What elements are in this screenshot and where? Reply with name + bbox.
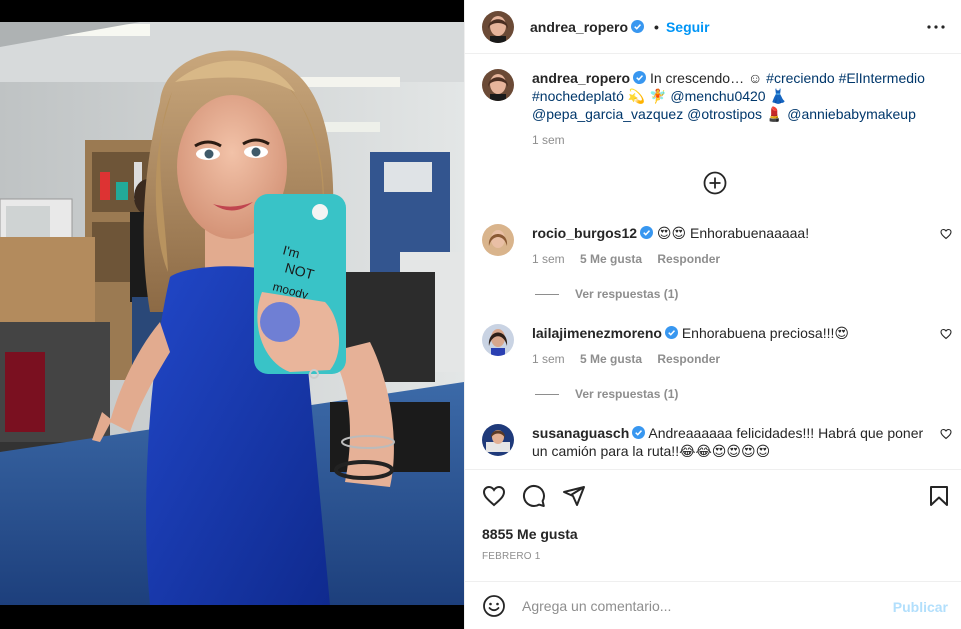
comment-meta: 1 sem 5 Me gusta Responder: [532, 350, 932, 368]
mention-link[interactable]: @pepa_garcia_vazquez: [532, 106, 683, 122]
reply-button[interactable]: Responder: [657, 352, 720, 366]
commenter-avatar[interactable]: [482, 224, 514, 256]
commenter-username[interactable]: susanaguasch: [532, 425, 629, 441]
comment-likes[interactable]: 5 Me gusta: [580, 252, 642, 266]
caption-username[interactable]: andrea_ropero: [532, 70, 630, 86]
view-replies-label: Ver respuestas (1): [575, 387, 679, 401]
caption-time[interactable]: 1 sem: [532, 133, 565, 147]
verified-icon: [664, 326, 678, 339]
comment-text: Enhorabuena preciosa!!!😍: [681, 325, 849, 341]
mention-link[interactable]: @menchu0420: [670, 88, 765, 104]
heart-icon[interactable]: [940, 228, 952, 240]
verified-icon: [640, 226, 654, 239]
instagram-post-modal: I'm NOT moody andrea_ropero • Seguir and…: [0, 0, 961, 629]
caption-text-a: In crescendo… ☺: [649, 70, 767, 86]
heart-icon[interactable]: [482, 484, 506, 508]
comment-composer: Publicar: [465, 581, 961, 629]
comment-likes[interactable]: 5 Me gusta: [580, 352, 642, 366]
comment-text: 😍😍 Enhorabuenaaaaa!: [656, 225, 810, 241]
mention-link[interactable]: @otrostipos: [687, 106, 762, 122]
hashtag-link[interactable]: #nochedeplató: [532, 88, 624, 104]
caption-text-d: 💄: [762, 106, 788, 122]
replies-divider: [535, 393, 559, 395]
view-replies-button[interactable]: Ver respuestas (1): [535, 287, 678, 301]
comment-input[interactable]: [522, 597, 862, 614]
view-replies-label: Ver respuestas (1): [575, 287, 679, 301]
reply-button[interactable]: Responder: [657, 252, 720, 266]
bookmark-icon[interactable]: [927, 484, 951, 508]
comment-item: lailajimenezmoreno Enhorabuena preciosa!…: [482, 324, 952, 368]
likes-count[interactable]: 8855 Me gusta: [482, 526, 578, 542]
post-date[interactable]: FEBRERO 1: [482, 551, 540, 562]
heart-icon[interactable]: [940, 328, 952, 340]
caption-avatar[interactable]: [482, 69, 514, 101]
replies-divider: [535, 293, 559, 295]
author-username[interactable]: andrea_ropero: [530, 19, 628, 35]
comment-icon[interactable]: [522, 484, 546, 508]
caption-text-b: 💫 🧚: [623, 88, 671, 104]
comment-time[interactable]: 1 sem: [532, 252, 565, 266]
publish-button[interactable]: Publicar: [893, 599, 948, 615]
hashtag-link[interactable]: #ElIntermedio: [839, 70, 925, 86]
commenter-avatar[interactable]: [482, 324, 514, 356]
verified-icon: [632, 426, 646, 439]
comment-item: susanaguasch Andreaaaaaa felicidades!!! …: [482, 424, 952, 460]
add-circle-icon[interactable]: [703, 171, 727, 195]
emoji-icon[interactable]: [482, 594, 506, 618]
post-photo: I'm NOT moody: [0, 22, 464, 605]
post-caption: andrea_ropero In crescendo… ☺ #creciendo…: [482, 69, 942, 149]
post-media: I'm NOT moody: [0, 0, 464, 629]
commenter-username[interactable]: rocio_burgos12: [532, 225, 637, 241]
comment-time[interactable]: 1 sem: [532, 352, 565, 366]
caption-meta: 1 sem: [532, 131, 942, 149]
commenter-username[interactable]: lailajimenezmoreno: [532, 325, 662, 341]
post-side-panel: andrea_ropero • Seguir andrea_ropero In …: [464, 0, 961, 629]
comments-list[interactable]: andrea_ropero In crescendo… ☺ #creciendo…: [465, 55, 961, 469]
separator-dot: •: [654, 18, 659, 35]
author-avatar[interactable]: [482, 10, 514, 43]
verified-icon: [631, 20, 645, 33]
commenter-avatar[interactable]: [482, 424, 514, 456]
caption-text: andrea_ropero In crescendo… ☺ #creciendo…: [532, 69, 942, 149]
post-header: andrea_ropero • Seguir: [465, 0, 961, 54]
verified-icon: [633, 71, 647, 84]
mention-link[interactable]: @anniebabymakeup: [787, 106, 916, 122]
follow-button[interactable]: Seguir: [666, 19, 710, 35]
more-options-icon[interactable]: [924, 15, 948, 39]
heart-icon[interactable]: [940, 428, 952, 440]
share-icon[interactable]: [562, 484, 586, 508]
comment-meta: 1 sem 5 Me gusta Responder: [532, 250, 932, 268]
comment-item: rocio_burgos12 😍😍 Enhorabuenaaaaa! 1 sem…: [482, 224, 952, 268]
view-replies-button[interactable]: Ver respuestas (1): [535, 387, 678, 401]
caption-text-c: 👗: [765, 88, 787, 104]
post-actions: 8855 Me gusta FEBRERO 1: [465, 469, 961, 581]
hashtag-link[interactable]: #creciendo: [766, 70, 835, 86]
